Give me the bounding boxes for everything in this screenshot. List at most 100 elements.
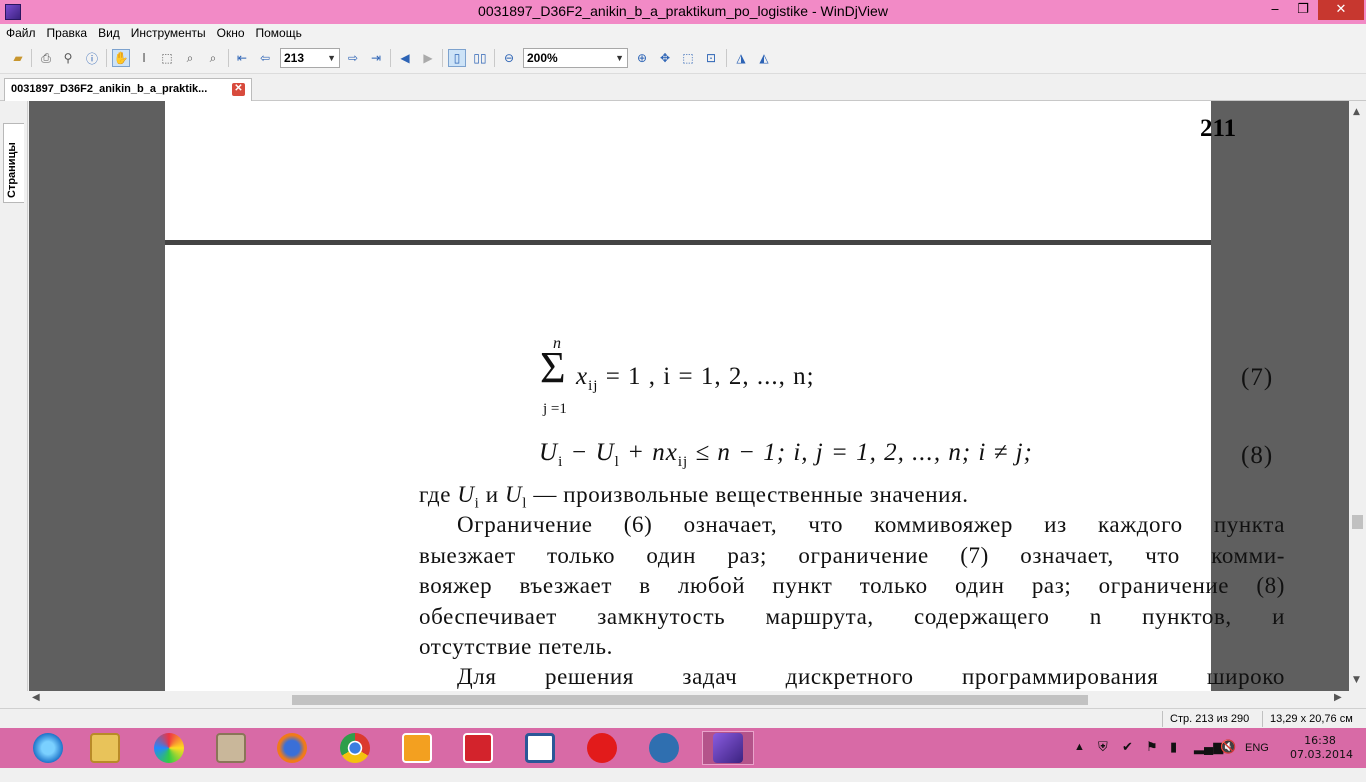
taskbar-app4[interactable]	[205, 731, 257, 765]
side-panel: Страницы	[0, 101, 28, 691]
open-file-icon[interactable]: ▰	[9, 49, 27, 67]
zoom-rect-icon[interactable]: ⌕	[181, 49, 199, 67]
internet-explorer-icon	[33, 733, 63, 763]
restore-button[interactable]: ❐	[1290, 0, 1316, 20]
taskbar-audio[interactable]	[638, 731, 690, 765]
taskbar-explorer[interactable]	[79, 731, 131, 765]
language-indicator[interactable]: ENG	[1245, 742, 1269, 782]
text-fragment: где	[419, 482, 458, 507]
taskbar-player[interactable]	[391, 731, 443, 765]
print-icon[interactable]: ⎙	[37, 49, 55, 67]
page-number-label: 211	[1200, 115, 1237, 142]
find-icon[interactable]: ⚲	[59, 49, 77, 67]
back-icon[interactable]: ◀	[396, 49, 414, 67]
last-page-icon[interactable]: ⇥	[367, 49, 385, 67]
scroll-up-icon[interactable]: ▲	[1353, 107, 1360, 117]
antivirus-tray-icon[interactable]: ⛨	[1098, 739, 1108, 779]
zoom-out-icon[interactable]: ⊖	[500, 49, 518, 67]
toolbar-separator	[390, 49, 391, 67]
pages-side-tab[interactable]: Страницы	[3, 123, 24, 203]
info-icon[interactable]: ⓘ	[83, 49, 101, 67]
size-status: 13,29 x 20,76 см	[1270, 713, 1353, 725]
tray-overflow-icon[interactable]: ▲	[1074, 741, 1085, 781]
close-window-button[interactable]: ✕	[1318, 0, 1364, 20]
taskbar-word[interactable]	[514, 731, 566, 765]
media-player-icon	[402, 733, 432, 763]
text-fragment: U	[504, 482, 523, 507]
formula-8-part: U	[539, 439, 559, 466]
volume-muted-tray-icon[interactable]: 🔇	[1220, 739, 1236, 779]
menu-window[interactable]: Окно	[217, 26, 245, 40]
taskbar-chrome[interactable]	[329, 731, 381, 765]
menu-bar: Файл Правка Вид Инструменты Окно Помощь	[0, 24, 1366, 42]
minimize-button[interactable]: ‒	[1262, 0, 1288, 20]
taskbar-windjview[interactable]	[702, 731, 754, 765]
paragraph-line: выезжает только один раз; ограничение (7…	[419, 542, 1285, 568]
next-page-icon[interactable]: ⇨	[344, 49, 362, 67]
battery-tray-icon[interactable]: ▮	[1170, 739, 1177, 779]
menu-help[interactable]: Помощь	[256, 26, 302, 40]
formula-8-part: ≤ n − 1; i, j = 1, 2, ..., n; i ≠ j;	[688, 439, 1033, 466]
zoom-combo[interactable]: 200% ▼	[523, 48, 628, 68]
formula-7: Σ n j =1 xij = 1 , i = 1, 2, ..., n;	[540, 335, 960, 421]
first-page-icon[interactable]: ⇤	[233, 49, 251, 67]
close-tab-icon[interactable]: ✕	[232, 83, 245, 96]
colorful-app-icon	[154, 733, 184, 763]
text-select-icon[interactable]: I	[135, 49, 153, 67]
rect-select-icon[interactable]: ⬚	[158, 49, 176, 67]
taskbar-firefox[interactable]	[266, 731, 318, 765]
text-line: где Ui и Ul — произвольные вещественные …	[419, 480, 1285, 511]
hand-tool-icon[interactable]: ✋	[112, 49, 130, 67]
taskbar-app3[interactable]	[143, 731, 195, 765]
document-viewer[interactable]: 211 Σ n j =1 xij = 1 , i = 1, 2, ..., n;…	[29, 101, 1349, 691]
single-page-icon[interactable]: ▯	[448, 49, 466, 67]
taskbar-ie[interactable]	[22, 731, 74, 765]
horizontal-scroll-thumb[interactable]	[292, 695, 1088, 705]
clock-time: 16:38	[1304, 734, 1336, 747]
paragraph-1: Ограничение (6) означает, что коммивояже…	[419, 510, 1285, 663]
scroll-left-icon[interactable]: ◀	[32, 692, 40, 703]
clock[interactable]: 16:38 07.03.2014	[1290, 734, 1353, 762]
yandex-icon	[587, 733, 617, 763]
chevron-down-icon[interactable]: ▼	[327, 49, 336, 67]
fit-width-icon[interactable]: ⬚	[679, 49, 697, 67]
speaker-app-icon	[649, 733, 679, 763]
rotate-right-icon[interactable]: ◭	[755, 49, 773, 67]
actual-size-icon[interactable]: ⊡	[702, 49, 720, 67]
vertical-scrollbar[interactable]: ▲ ▼	[1349, 101, 1366, 691]
toolbar-separator	[31, 49, 32, 67]
document-tab-label: 0031897_D36F2_anikin_b_a_praktik...	[11, 83, 208, 95]
forward-icon[interactable]: ▶	[419, 49, 437, 67]
horizontal-scrollbar[interactable]: ◀ ▶	[29, 691, 1349, 708]
paragraph-line: отсутствие петель.	[419, 634, 613, 659]
scroll-right-icon[interactable]: ▶	[1334, 692, 1342, 703]
toolbar: ▰ ⎙ ⚲ ⓘ ✋ I ⬚ ⌕ ⌕ ⇤ ⇦ ⇨ ⇥ ◀ ▶ ▯ ▯▯ ⊖ ⊕ ✥…	[0, 42, 1366, 74]
toolbar-separator	[228, 49, 229, 67]
two-page-icon[interactable]: ▯▯	[471, 49, 489, 67]
zoom-in-icon[interactable]: ⊕	[633, 49, 651, 67]
taskbar-app8[interactable]	[452, 731, 504, 765]
formula-8-part: + nx	[619, 439, 678, 466]
shield-tray-icon[interactable]: ✔	[1122, 739, 1133, 779]
scroll-down-icon[interactable]: ▼	[1353, 675, 1360, 685]
fit-page-icon[interactable]: ✥	[656, 49, 674, 67]
taskbar-yandex[interactable]	[576, 731, 628, 765]
rotate-left-icon[interactable]: ◮	[732, 49, 750, 67]
menu-tools[interactable]: Инструменты	[131, 26, 206, 40]
vertical-scroll-thumb[interactable]	[1352, 515, 1363, 529]
prev-page-icon[interactable]: ⇦	[256, 49, 274, 67]
formula-8-sub: ij	[677, 454, 689, 470]
document-tab[interactable]: 0031897_D36F2_anikin_b_a_praktik... ✕	[4, 78, 252, 101]
menu-file[interactable]: Файл	[6, 26, 36, 40]
menu-edit[interactable]: Правка	[47, 26, 88, 40]
menu-view[interactable]: Вид	[98, 26, 120, 40]
archive-app-icon	[216, 733, 246, 763]
signal-tray-icon[interactable]: ▂▄▆	[1194, 739, 1223, 779]
status-divider	[1162, 711, 1163, 727]
chevron-down-icon[interactable]: ▼	[615, 49, 624, 67]
flag-tray-icon[interactable]: ⚑	[1146, 739, 1158, 779]
toolbar-separator	[442, 49, 443, 67]
toolbar-separator	[726, 49, 727, 67]
page-number-combo[interactable]: 213 ▼	[280, 48, 340, 68]
magnifier-icon[interactable]: ⌕	[204, 49, 222, 67]
